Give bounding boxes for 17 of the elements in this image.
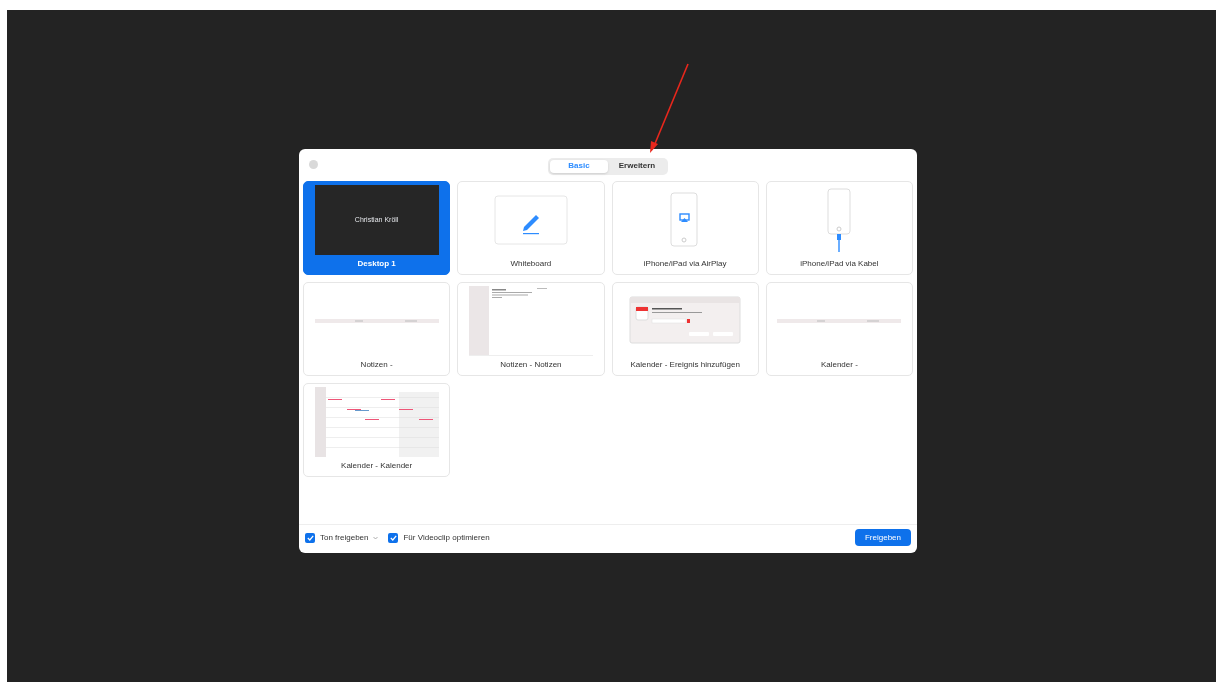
share-source-card[interactable]: iPhone/iPad via AirPlay	[611, 181, 759, 275]
tab[interactable]: Erweitern	[608, 159, 666, 173]
share-source-card[interactable]: Kalender - Kalender	[303, 383, 451, 477]
share-source-card[interactable]: Kalender -	[765, 282, 913, 376]
phone-airplay-drawing	[670, 192, 701, 248]
check-icon	[306, 534, 314, 541]
share-source-card[interactable]: Notizen -	[303, 282, 451, 376]
check-icon	[390, 534, 397, 541]
checkbox[interactable]	[388, 532, 399, 543]
share-source-card[interactable]: iPhone/iPad via Kabel	[765, 181, 913, 275]
share-source-card[interactable]: Kalender - Ereignis hinzufügen	[611, 282, 759, 376]
share-source-card[interactable]: Notizen - Notizen	[457, 282, 605, 376]
option-checkbox[interactable]: Ton freigeben	[305, 531, 379, 544]
option-label: Ton freigeben	[320, 531, 369, 544]
share-button[interactable]: Freigeben	[854, 529, 911, 546]
share-source-card[interactable]: Whiteboard	[457, 181, 605, 275]
checkbox[interactable]	[305, 532, 315, 543]
